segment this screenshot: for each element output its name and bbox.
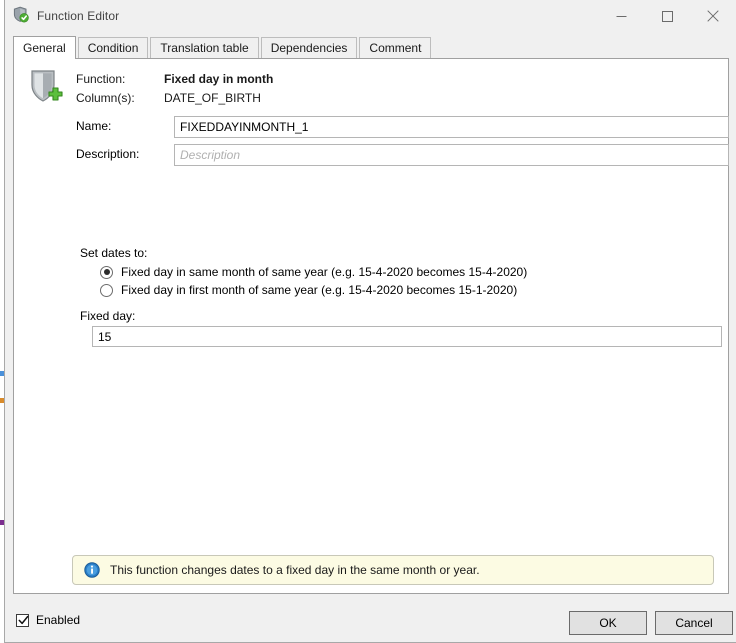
shield-plus-icon (28, 68, 64, 106)
radio-option-same-month[interactable]: Fixed day in same month of same year (e.… (100, 263, 527, 281)
description-label: Description: (76, 147, 139, 161)
function-editor-dialog: Function Editor General Condition Transl… (4, 0, 736, 643)
radio-option-first-month[interactable]: Fixed day in first month of same year (e… (100, 281, 517, 299)
name-input[interactable] (174, 116, 729, 138)
radio-same-month-indicator[interactable] (100, 266, 113, 279)
name-label: Name: (76, 119, 111, 133)
minimize-button[interactable] (598, 0, 644, 32)
fixed-day-input[interactable] (92, 326, 722, 347)
tab-general[interactable]: General (13, 36, 76, 59)
function-value: Fixed day in month (164, 72, 273, 86)
title-bar: Function Editor (5, 0, 736, 32)
function-label: Function: (76, 72, 125, 86)
columns-label: Column(s): (76, 91, 135, 105)
description-input[interactable] (174, 144, 729, 166)
radio-first-month-label: Fixed day in first month of same year (e… (121, 283, 517, 297)
radio-first-month-indicator[interactable] (100, 284, 113, 297)
info-circle-icon (84, 562, 100, 578)
dialog-footer: Enabled OK Cancel (5, 602, 736, 643)
radio-same-month-label: Fixed day in same month of same year (e.… (121, 265, 527, 279)
shield-check-icon (12, 6, 29, 26)
enabled-checkbox[interactable] (16, 614, 29, 627)
tab-translation-table[interactable]: Translation table (150, 37, 258, 58)
enabled-label: Enabled (36, 613, 80, 627)
tab-strip: General Condition Translation table Depe… (13, 36, 736, 58)
window-title: Function Editor (37, 9, 119, 23)
fixed-day-label: Fixed day: (80, 309, 135, 323)
title-bar-left: Function Editor (5, 6, 119, 26)
name-row: Name: (76, 116, 730, 138)
info-message-text: This function changes dates to a fixed d… (110, 563, 480, 577)
set-dates-group-label: Set dates to: (80, 246, 147, 260)
description-row: Description: (76, 144, 730, 166)
ok-button[interactable]: OK (569, 611, 647, 635)
enabled-checkbox-group[interactable]: Enabled (16, 613, 80, 627)
close-button[interactable] (690, 0, 736, 32)
columns-value: DATE_OF_BIRTH (164, 91, 261, 105)
cancel-button[interactable]: Cancel (655, 611, 733, 635)
tab-condition[interactable]: Condition (78, 37, 149, 58)
window-controls (598, 0, 736, 32)
general-tab-panel: Function: Fixed day in month Column(s): … (13, 58, 729, 594)
maximize-button[interactable] (644, 0, 690, 32)
tab-dependencies[interactable]: Dependencies (261, 37, 358, 58)
info-message-bar: This function changes dates to a fixed d… (72, 555, 714, 585)
tab-comment[interactable]: Comment (359, 37, 431, 58)
